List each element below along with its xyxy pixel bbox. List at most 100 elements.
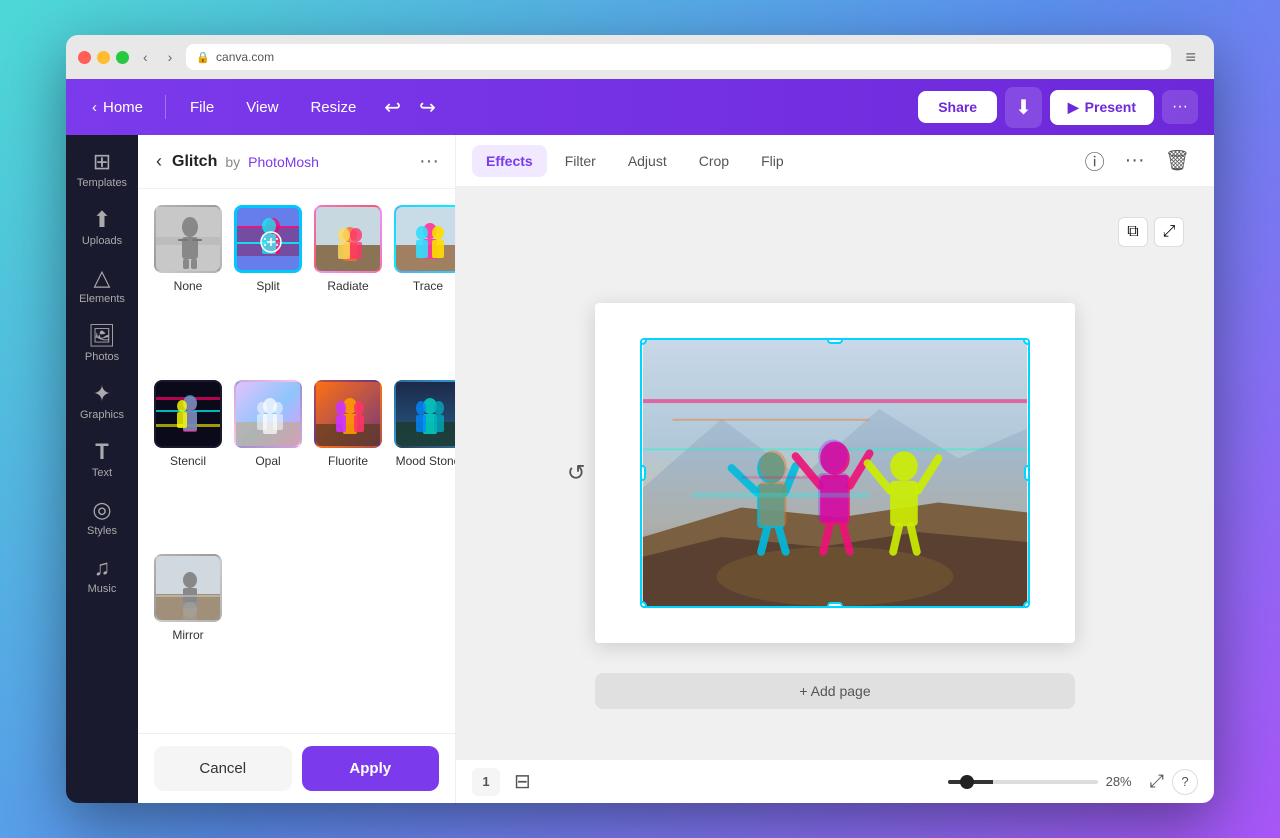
sidebar-item-label-elements: Elements xyxy=(79,293,125,305)
effect-thumb-none xyxy=(154,205,222,273)
effect-item-stencil[interactable]: Stencil xyxy=(154,380,222,543)
effect-item-mood-stone[interactable]: Mood Stone xyxy=(394,380,455,543)
right-area: Effects Filter Adjust Crop Flip ⓘ ··· 🗑 … xyxy=(456,135,1214,803)
effects-panel: ‹ Glitch by PhotoMosh ··· xyxy=(138,135,456,803)
sidebar-item-label-templates: Templates xyxy=(77,177,127,189)
tab-filter[interactable]: Filter xyxy=(551,145,610,177)
browser-window: ‹ › 🔒 canva.com ≡ ‹ Home File View Resiz… xyxy=(66,35,1214,803)
sidebar-item-label-text: Text xyxy=(92,467,112,479)
graphics-icon: ✦ xyxy=(93,383,111,405)
effect-item-opal[interactable]: Opal xyxy=(234,380,302,543)
effect-item-radiate[interactable]: Radiate xyxy=(314,205,382,368)
effect-item-mirror[interactable]: Mirror xyxy=(154,554,222,717)
minimize-traffic-light[interactable] xyxy=(97,51,110,64)
main-canvas-image xyxy=(642,340,1028,606)
sidebar-item-music[interactable]: ♫ Music xyxy=(70,549,134,603)
browser-menu-button[interactable]: ≡ xyxy=(1179,43,1202,72)
panel-back-button[interactable]: ‹ xyxy=(154,149,164,174)
apply-button[interactable]: Apply xyxy=(302,746,440,791)
download-icon: ⬇ xyxy=(1015,97,1032,119)
sidebar-item-graphics[interactable]: ✦ Graphics xyxy=(70,375,134,429)
add-page-button[interactable]: + Add page xyxy=(595,673,1075,709)
redo-button[interactable]: ↪ xyxy=(411,89,444,126)
maximize-traffic-light[interactable] xyxy=(116,51,129,64)
download-button[interactable]: ⬇ xyxy=(1005,87,1042,128)
resize-menu-button[interactable]: Resize xyxy=(298,93,368,122)
effect-thumb-fluorite xyxy=(314,380,382,448)
add-page-section: + Add page xyxy=(595,673,1075,709)
panel-by-label: by xyxy=(225,154,240,170)
expand-button[interactable]: ⤢ xyxy=(1154,217,1184,247)
page-number-button[interactable]: 1 xyxy=(472,768,500,796)
corner-handle-br[interactable] xyxy=(1023,601,1030,608)
zoom-label: 28% xyxy=(1106,774,1142,789)
browser-forward-button[interactable]: › xyxy=(162,45,179,69)
bottom-bar: 1 ⊟ 28% ⤢ ? xyxy=(456,759,1214,803)
sidebar-item-label-music: Music xyxy=(88,583,117,595)
sidebar-item-styles[interactable]: ◎ Styles xyxy=(70,491,134,545)
help-button[interactable]: ? xyxy=(1172,769,1198,795)
effect-thumb-mirror xyxy=(154,554,222,622)
file-menu-button[interactable]: File xyxy=(178,93,226,122)
zoom-slider[interactable] xyxy=(948,780,1098,784)
stencil-thumb-svg xyxy=(156,382,222,448)
present-screen-icon: ▶ xyxy=(1068,99,1079,116)
lock-icon: 🔒 xyxy=(196,51,210,64)
effect-item-split[interactable]: Split xyxy=(234,205,302,368)
effect-item-trace[interactable]: Trace xyxy=(394,205,455,368)
layout-view-button[interactable]: ⊟ xyxy=(508,765,537,798)
sidebar-item-text[interactable]: T Text xyxy=(70,433,134,487)
browser-back-button[interactable]: ‹ xyxy=(137,45,154,69)
uploads-icon: ⬆ xyxy=(93,209,111,231)
mid-handle-left[interactable] xyxy=(640,465,646,481)
effect-label-none: None xyxy=(174,279,203,293)
cancel-button[interactable]: Cancel xyxy=(154,746,292,791)
tab-adjust[interactable]: Adjust xyxy=(614,145,681,177)
sidebar-item-elements[interactable]: △ Elements xyxy=(70,259,134,313)
none-thumb-svg xyxy=(156,207,222,273)
effects-grid: None xyxy=(138,189,455,733)
sidebar-item-photos[interactable]: 🖼 Photos xyxy=(70,317,134,371)
corner-handle-bl[interactable] xyxy=(640,601,647,608)
panel-more-button[interactable]: ··· xyxy=(419,150,439,173)
panel-author-link[interactable]: PhotoMosh xyxy=(248,154,319,170)
mid-handle-bottom[interactable] xyxy=(827,602,843,608)
effect-label-opal: Opal xyxy=(255,454,280,468)
image-frame[interactable] xyxy=(640,338,1030,608)
sidebar-item-uploads[interactable]: ⬆ Uploads xyxy=(70,201,134,255)
tab-crop[interactable]: Crop xyxy=(685,145,743,177)
rotate-left-handle[interactable]: ↺ xyxy=(567,460,585,486)
effect-thumb-mood-stone xyxy=(394,380,455,448)
tab-effects[interactable]: Effects xyxy=(472,145,547,177)
sidebar-item-templates[interactable]: ⊞ Templates xyxy=(70,143,134,197)
undo-button[interactable]: ↩ xyxy=(376,89,409,126)
mid-handle-right[interactable] xyxy=(1024,465,1030,481)
address-bar[interactable]: 🔒 canva.com xyxy=(186,44,1171,70)
browser-chrome: ‹ › 🔒 canva.com ≡ xyxy=(66,35,1214,79)
photos-icon: 🖼 xyxy=(88,325,116,347)
templates-icon: ⊞ xyxy=(93,151,111,173)
home-button[interactable]: ‹ Home xyxy=(82,93,153,122)
corner-handle-tr[interactable] xyxy=(1023,338,1030,345)
close-traffic-light[interactable] xyxy=(78,51,91,64)
effect-item-fluorite[interactable]: Fluorite xyxy=(314,380,382,543)
info-button[interactable]: ⓘ xyxy=(1077,140,1113,181)
share-button[interactable]: Share xyxy=(918,91,997,123)
opal-thumb-svg xyxy=(236,382,302,448)
traffic-lights xyxy=(78,51,129,64)
delete-button[interactable]: 🗑 xyxy=(1157,142,1198,179)
tab-flip[interactable]: Flip xyxy=(747,145,798,177)
toolbar-more-button[interactable]: ··· xyxy=(1162,90,1198,124)
undo-redo-group: ↩ ↪ xyxy=(376,89,444,126)
toolbar-more-button[interactable]: ··· xyxy=(1117,143,1153,178)
effect-item-none[interactable]: None xyxy=(154,205,222,368)
present-button[interactable]: ▶ Present xyxy=(1050,90,1154,125)
elements-icon: △ xyxy=(94,267,111,289)
sidebar-item-label-graphics: Graphics xyxy=(80,409,124,421)
view-menu-button[interactable]: View xyxy=(234,93,290,122)
present-label: Present xyxy=(1085,99,1136,115)
copy-page-button[interactable]: ⧉ xyxy=(1118,217,1148,247)
effect-label-stencil: Stencil xyxy=(170,454,206,468)
fullscreen-button[interactable]: ⤢ xyxy=(1150,771,1164,792)
mid-handle-top[interactable] xyxy=(827,338,843,344)
